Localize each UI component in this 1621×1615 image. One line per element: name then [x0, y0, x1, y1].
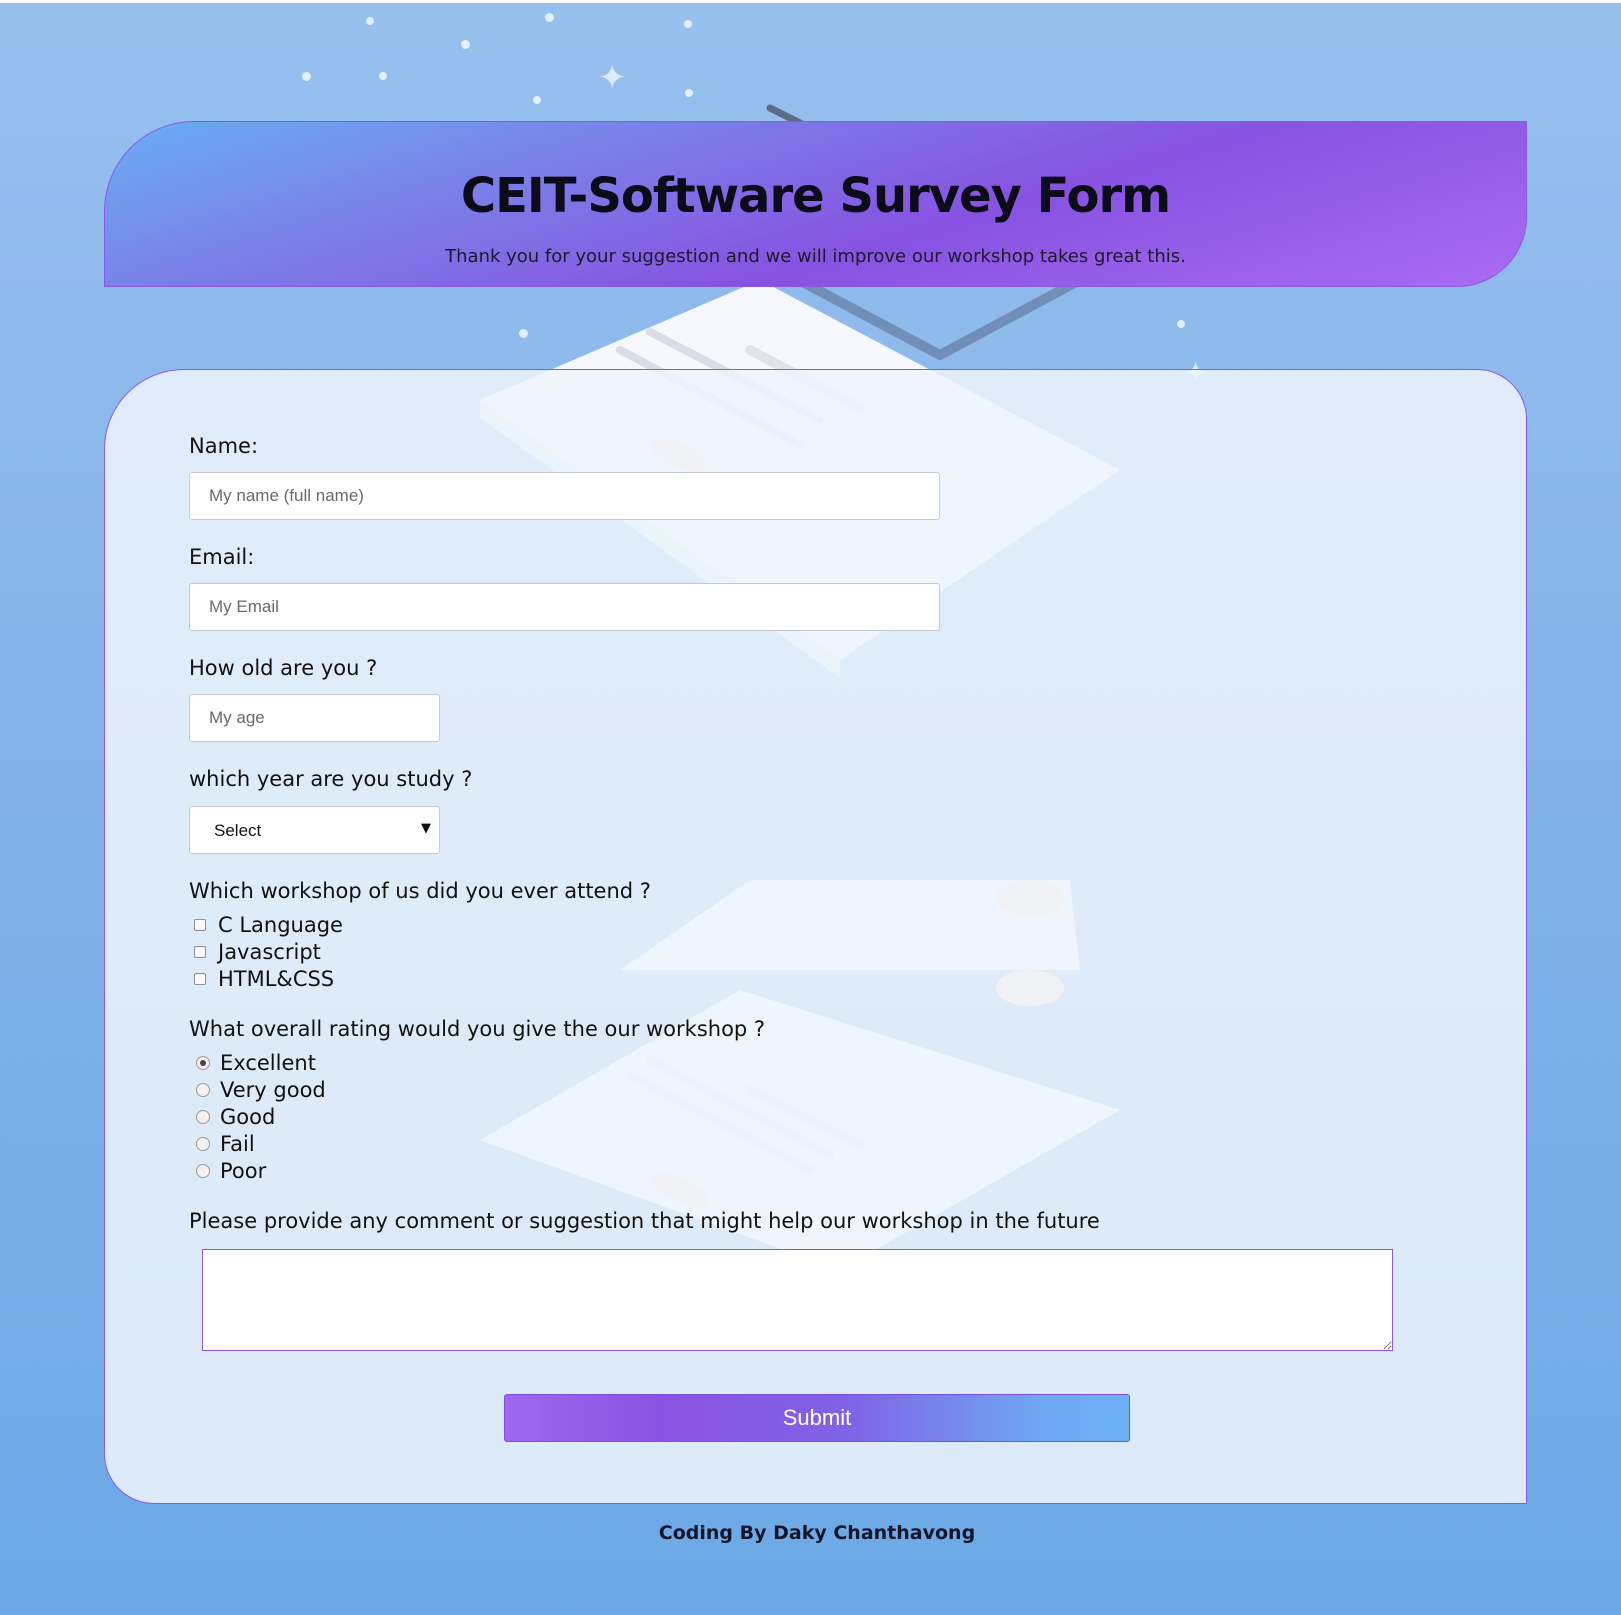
rating-option-label: Fail [220, 1132, 255, 1156]
page-title: CEIT-Software Survey Form [460, 168, 1171, 224]
workshop-option-label: Javascript [218, 940, 321, 964]
footer-credit: Coding By Daky Chanthavong [658, 1522, 976, 1544]
name-label: Name: [189, 434, 259, 458]
dropdown-arrow-icon: ▼ [421, 821, 431, 836]
comment-label: Please provide any comment or suggestion… [189, 1209, 1100, 1233]
top-border [0, 0, 1621, 3]
checkbox[interactable] [194, 919, 206, 931]
rating-option-label: Very good [220, 1078, 326, 1102]
age-input[interactable] [189, 694, 440, 742]
radio-button[interactable] [196, 1083, 210, 1097]
email-label: Email: [189, 545, 255, 569]
survey-form: Name: Email: How old are you ? which yea… [104, 369, 1527, 1504]
comment-textarea[interactable] [202, 1249, 1393, 1351]
rating-option[interactable]: Poor [189, 1158, 266, 1184]
background-dot [302, 72, 311, 81]
background-dot [461, 40, 470, 49]
background-star-icon: ✦ [598, 58, 627, 98]
workshop-option[interactable]: C Language [189, 912, 343, 938]
rating-option[interactable]: Good [189, 1104, 275, 1130]
radio-button-selected[interactable] [196, 1056, 210, 1070]
year-select[interactable]: Select ▼ [189, 806, 440, 854]
workshop-label: Which workshop of us did you ever attend… [189, 879, 651, 903]
rating-option-label: Good [220, 1105, 276, 1129]
background-dot [685, 89, 693, 97]
rating-option-label: Excellent [220, 1051, 316, 1075]
background-dot [684, 20, 692, 28]
submit-button[interactable]: Submit [504, 1394, 1130, 1442]
workshop-option[interactable]: Javascript [189, 939, 321, 965]
workshop-option-label: HTML&CSS [218, 967, 335, 991]
form-header: CEIT-Software Survey Form Thank you for … [104, 121, 1527, 287]
rating-label: What overall rating would you give the o… [189, 1017, 766, 1041]
email-input[interactable] [189, 583, 940, 631]
page-subtitle: Thank you for your suggestion and we wil… [445, 246, 1186, 267]
workshop-option-label: C Language [218, 913, 343, 937]
radio-button[interactable] [196, 1137, 210, 1151]
year-label: which year are you study ? [189, 767, 473, 791]
rating-option[interactable]: Very good [189, 1077, 326, 1103]
age-label: How old are you ? [189, 656, 378, 680]
background-dot [545, 13, 554, 22]
background-dot [366, 17, 374, 25]
rating-option[interactable]: Excellent [189, 1050, 316, 1076]
rating-option-label: Poor [220, 1159, 267, 1183]
radio-button[interactable] [196, 1164, 210, 1178]
checkbox[interactable] [194, 946, 206, 958]
background-dot [379, 72, 387, 80]
workshop-option[interactable]: HTML&CSS [189, 966, 334, 992]
radio-button[interactable] [196, 1110, 210, 1124]
name-input[interactable] [189, 472, 940, 520]
year-select-value: Select [214, 821, 262, 840]
checkbox[interactable] [194, 973, 206, 985]
rating-option[interactable]: Fail [189, 1131, 255, 1157]
